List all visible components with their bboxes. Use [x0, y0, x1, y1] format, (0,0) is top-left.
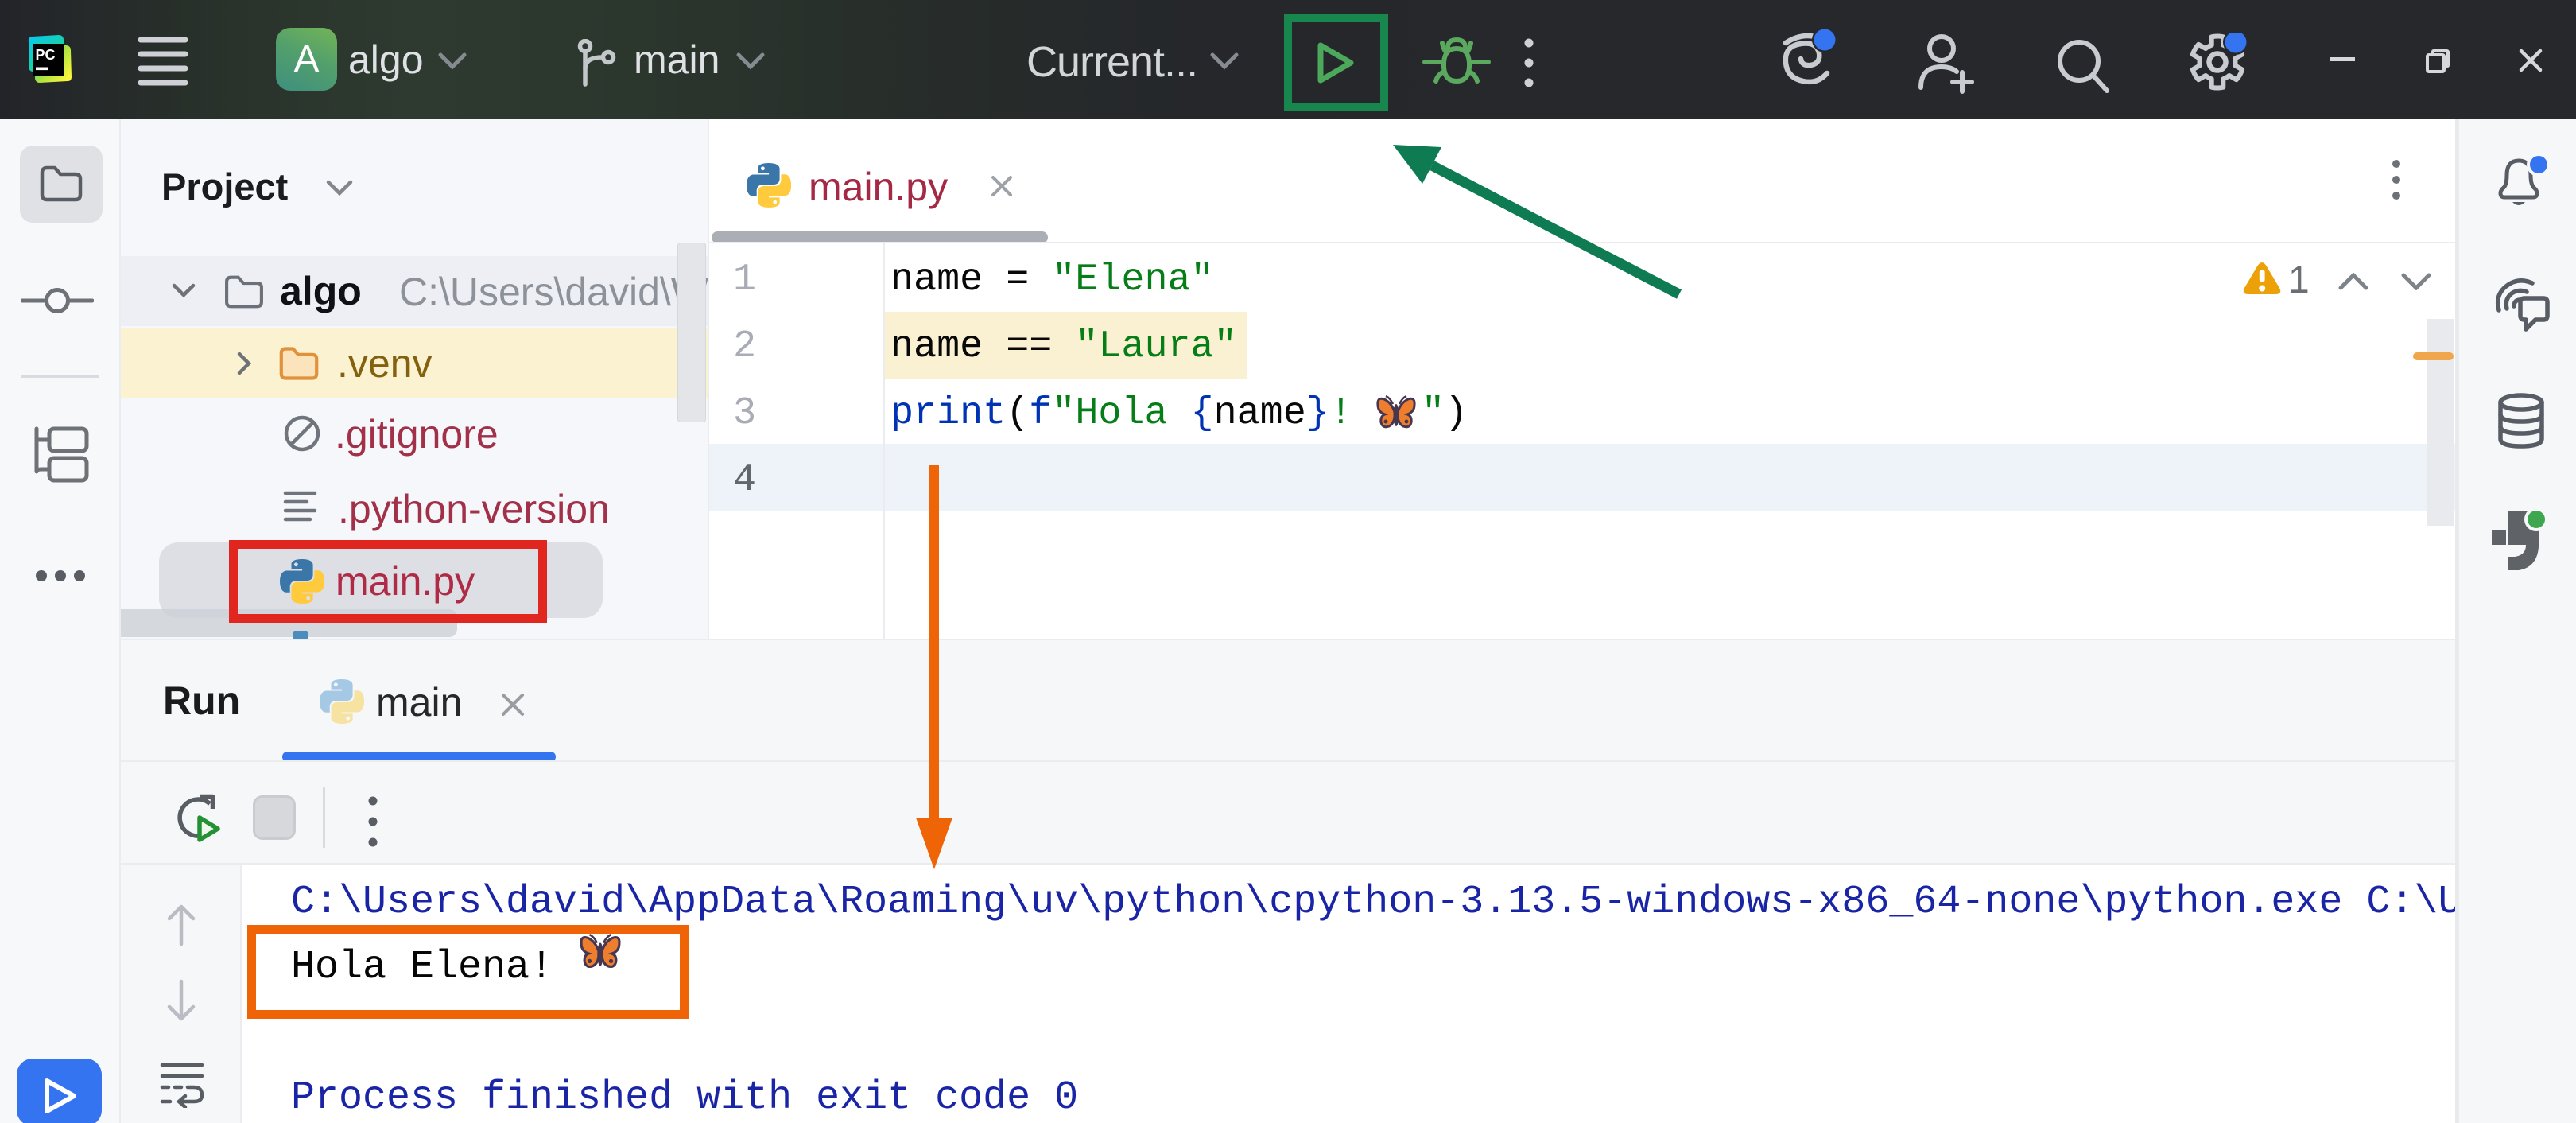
- svg-text:PC: PC: [36, 47, 56, 63]
